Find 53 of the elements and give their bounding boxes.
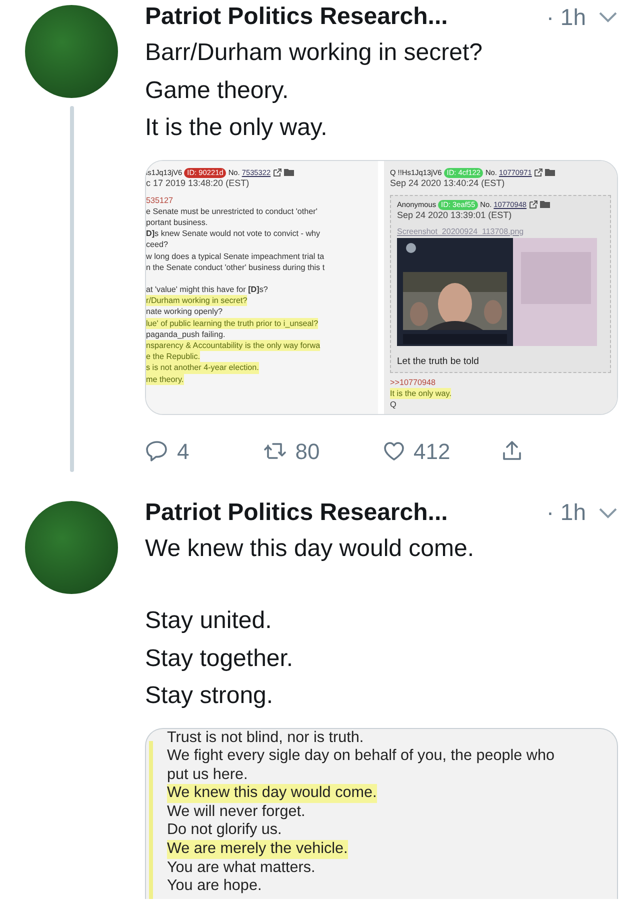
tweet-text: We knew this day would come. (145, 534, 476, 564)
post-text: s is not another 4-year election. (146, 362, 259, 374)
post-text: We fight every sigle day on behalf of you, the people who put us here. (167, 747, 556, 784)
post-text: paganda_push failing. (146, 328, 226, 340)
post-text: We knew this day would come. (167, 784, 377, 803)
post-text: portant business. (146, 216, 208, 228)
post-text: w long does a typical Senate impeachment trial ta (146, 250, 324, 262)
file-link[interactable]: Screenshot_20200924_113708.png (397, 226, 610, 236)
folder-icon[interactable] (284, 168, 294, 177)
reply-reference[interactable]: >>10770948 (390, 376, 436, 388)
tweet-text: Game theory. (145, 76, 290, 106)
post-text: e Senate must be unrestricted to conduct 'other' (146, 206, 318, 217)
external-link-icon[interactable] (534, 168, 543, 177)
post-text: Q (390, 398, 396, 410)
post-text: lue' of public learning the truth prior to i_unseal? (146, 318, 318, 329)
post-text: me theory. (146, 374, 184, 385)
chevron-icon[interactable] (598, 506, 618, 520)
tweet-text: Barr/Durham working in secret? (145, 38, 484, 68)
post-text: ceed? (146, 239, 168, 251)
post-text: Trust is not blind, nor is truth. (167, 728, 364, 748)
author-name[interactable]: Patriot Politics Research... (145, 498, 448, 526)
post-text: It is the only way. (390, 388, 452, 399)
post-text: nate working openly? (146, 306, 222, 318)
post-text: You are what matters. (167, 858, 316, 878)
post-text: You are hope. (167, 877, 262, 896)
folder-icon[interactable] (544, 168, 555, 177)
post-caption: Let the truth be told (397, 356, 480, 366)
post-text: Do not glorify us. (167, 821, 282, 840)
post-text: n the Senate conduct 'other' business during this t (146, 262, 325, 273)
chevron-icon[interactable] (598, 10, 618, 24)
folder-icon[interactable] (540, 200, 550, 209)
author-name[interactable]: Patriot Politics Research... (145, 3, 448, 31)
post-date: Sep 24 2020 13:39:01 (EST) (397, 210, 513, 220)
post-date: c 17 2019 13:48:20 (EST) (146, 178, 250, 188)
tweet-text: Stay strong. (145, 681, 274, 711)
tweet-time: · 1h (546, 4, 586, 30)
reply-button[interactable]: 4 (145, 438, 264, 464)
external-link-icon[interactable] (272, 168, 282, 177)
post-text: We are merely the vehicle. (167, 840, 348, 859)
reply-reference[interactable]: 535127 (146, 194, 174, 206)
retweet-button[interactable]: 80 (263, 438, 382, 464)
post-text: D]s knew Senate would not vote to convict - why (146, 228, 320, 240)
post-date: Sep 24 2020 13:40:24 (EST) (390, 178, 506, 188)
post-text: r/Durham working in secret? (146, 295, 248, 306)
like-button[interactable]: 412 (382, 438, 500, 464)
post-text: We will never forget. (167, 802, 306, 822)
tweet-text: Stay united. (145, 606, 273, 636)
external-link-icon[interactable] (528, 200, 538, 209)
post-text: e the Republic. (146, 351, 200, 362)
tweet-text: Stay together. (145, 644, 294, 674)
post-text: at 'value' might this have for [D]s? (146, 284, 268, 296)
tweet-time: · 1h (546, 499, 586, 526)
tweet-text: It is the only way. (145, 113, 328, 143)
